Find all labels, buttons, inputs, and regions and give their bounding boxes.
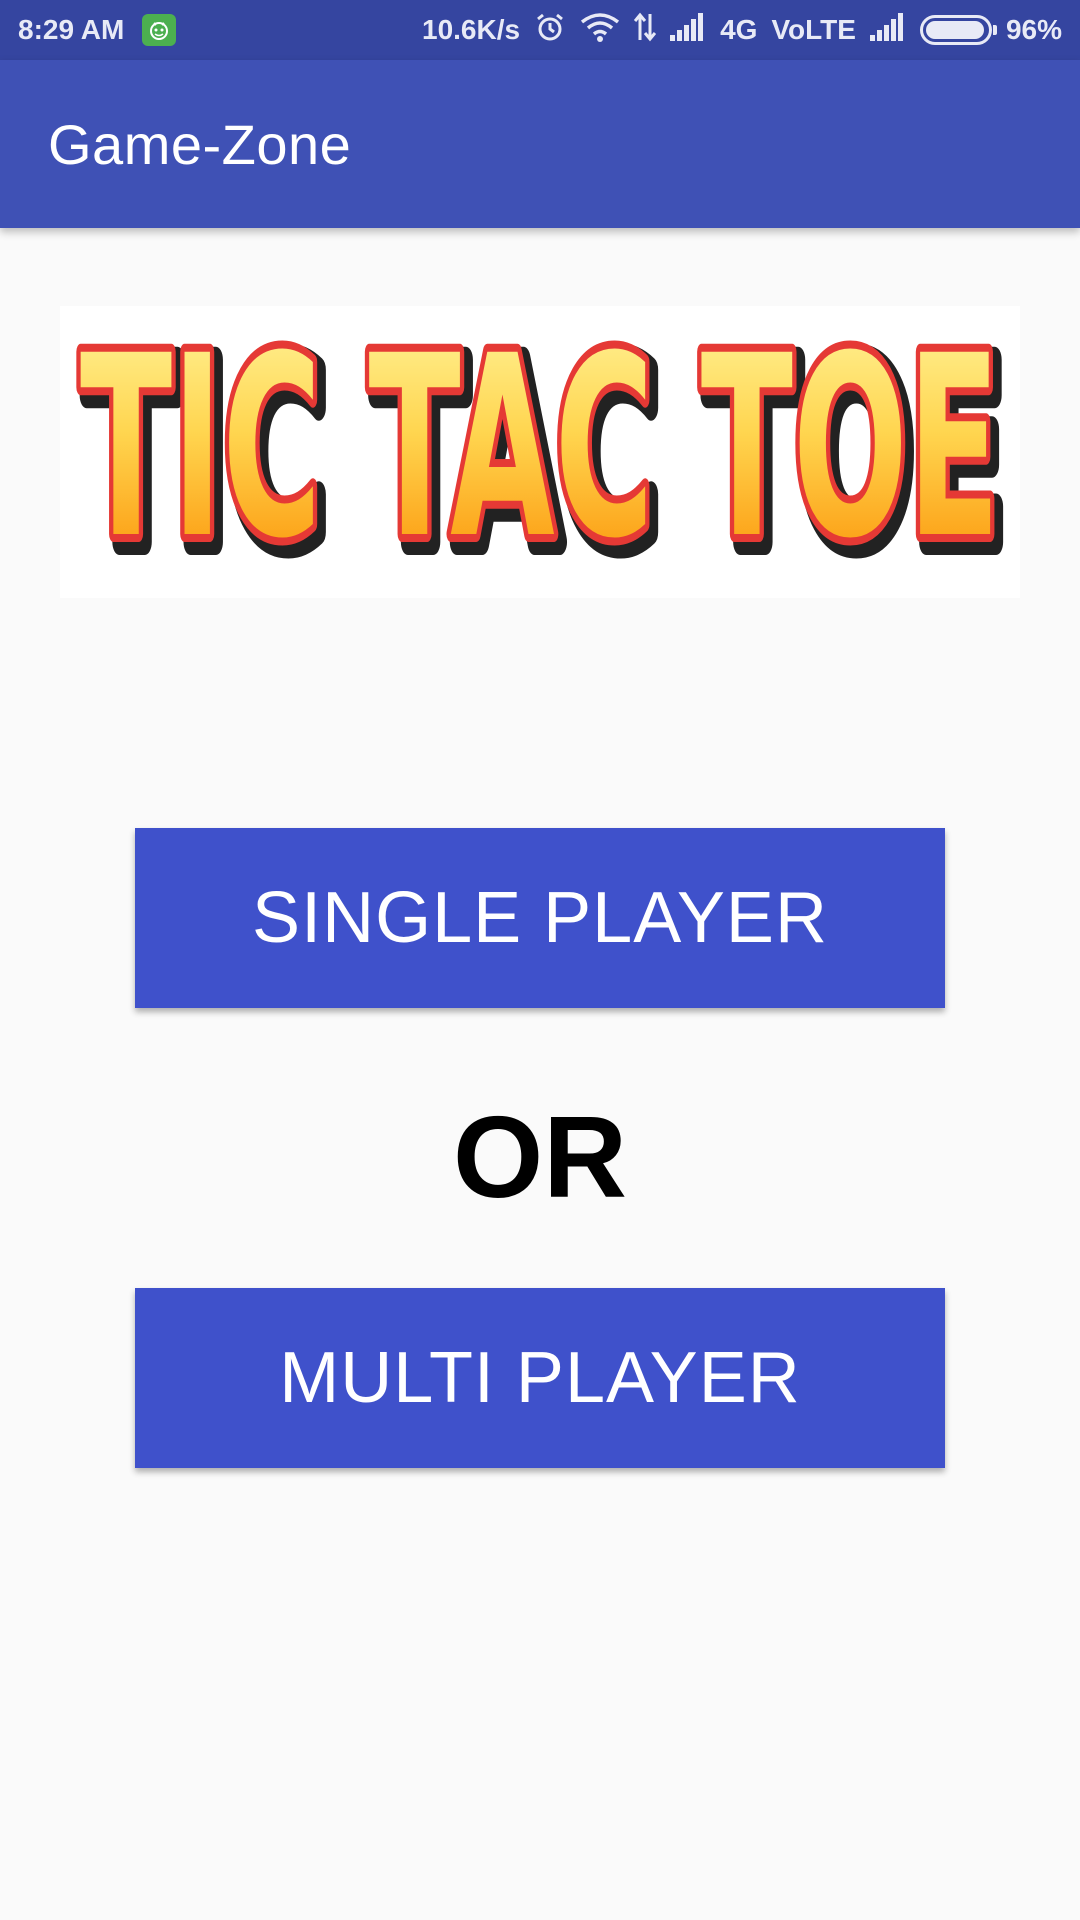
single-player-button[interactable]: SINGLE PLAYER xyxy=(135,828,945,1008)
volte-label: VoLTE xyxy=(771,14,856,45)
status-bar: 8:29 AM 10.6K/s 4G VoLTE 96% xyxy=(0,0,1080,60)
status-time: 8:29 AM xyxy=(18,14,125,45)
notification-app-icon xyxy=(142,14,177,46)
network-type: 4G xyxy=(720,14,758,45)
status-right: 10.6K/s 4G VoLTE 96% xyxy=(422,11,1062,50)
signal-icon-2 xyxy=(869,12,906,48)
battery-fill xyxy=(925,21,984,39)
multi-player-button[interactable]: MULTI PLAYER xyxy=(135,1288,945,1468)
tic-tac-toe-logo: TIC TAC TOE TIC TAC TOE TIC TAC TOE xyxy=(60,306,1020,598)
battery-percent: 96% xyxy=(1005,14,1062,45)
app-bar: Game-Zone xyxy=(0,60,1080,228)
app-title: Game-Zone xyxy=(48,112,352,176)
data-transfer-icon xyxy=(633,12,657,49)
or-separator: OR xyxy=(453,1092,627,1222)
alarm-icon xyxy=(534,11,566,50)
network-speed: 10.6K/s xyxy=(422,14,521,45)
battery-icon xyxy=(919,15,997,45)
logo-text: TIC TAC TOE xyxy=(80,306,1000,593)
logo-image: TIC TAC TOE TIC TAC TOE TIC TAC TOE xyxy=(72,306,1019,598)
status-left: 8:29 AM xyxy=(18,14,177,46)
signal-icon xyxy=(670,12,706,48)
wifi-icon xyxy=(580,12,620,49)
